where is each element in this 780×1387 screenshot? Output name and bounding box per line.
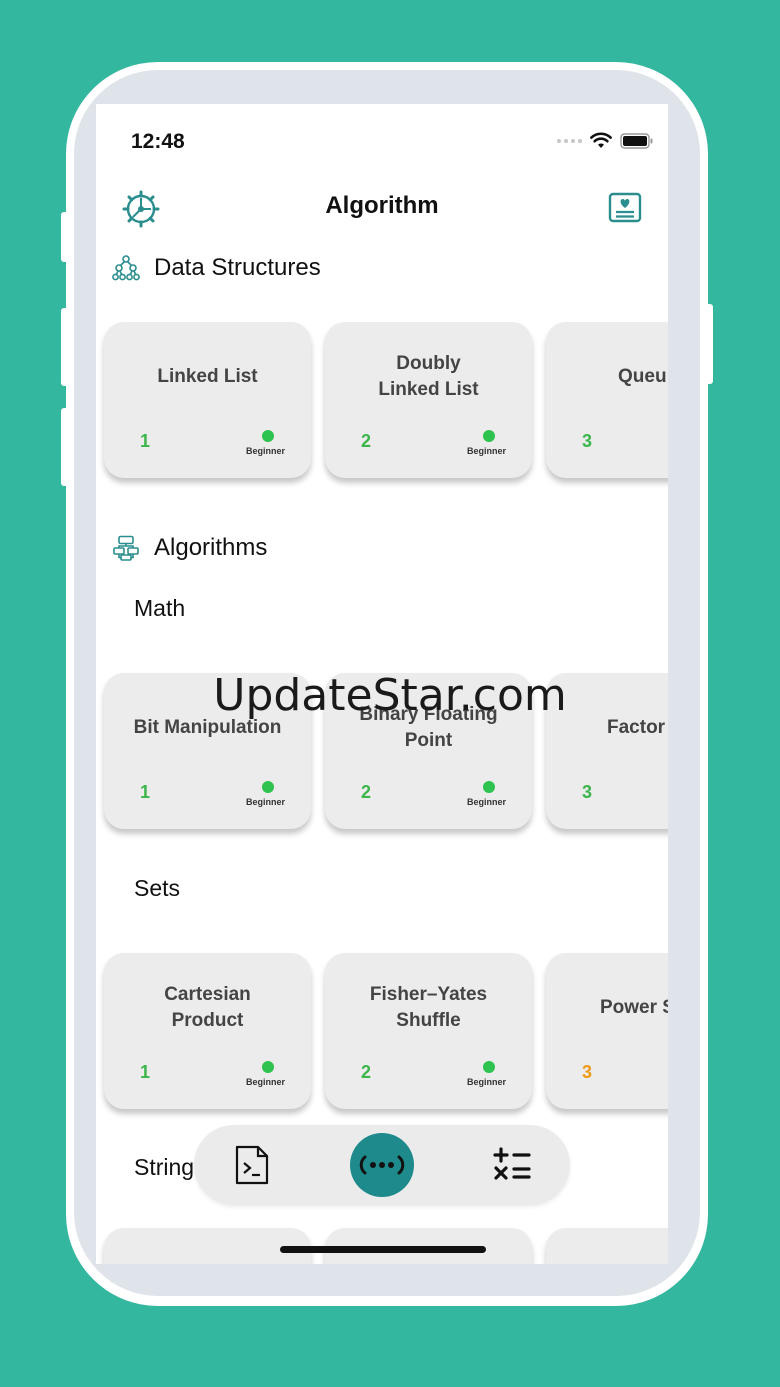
level-indicator	[483, 781, 495, 793]
status-indicators	[557, 132, 654, 149]
card-title: Fisher–Yates Shuffle	[369, 984, 488, 1031]
favorites-button[interactable]	[608, 192, 642, 229]
dots-code-icon	[359, 1155, 405, 1175]
level-label: Beginner	[467, 797, 507, 807]
level-label: Beginner	[467, 1077, 507, 1087]
group-sets-title: Sets	[134, 875, 181, 901]
terminal-file-icon	[235, 1145, 269, 1185]
wifi-icon	[590, 132, 612, 148]
section-title: Data Structures	[154, 254, 321, 281]
level-indicator	[262, 781, 274, 793]
card-number: 1	[140, 431, 151, 451]
level-indicator	[262, 430, 274, 442]
watermark-text: UpdateStar.com	[213, 670, 567, 721]
card-title: Cartesian Product	[164, 984, 251, 1031]
card-number: 1	[140, 1062, 151, 1082]
card-power-set[interactable]: Power S 3	[546, 953, 668, 1109]
card-number: 2	[361, 1062, 372, 1082]
signal-icon	[557, 138, 582, 143]
card-cartesian-product[interactable]: Cartesian Product 1 Beginner	[104, 953, 311, 1109]
level-indicator	[262, 1061, 274, 1073]
floating-tab-bar	[194, 1125, 570, 1205]
page-title: Algorithm	[325, 192, 439, 219]
level-label: Beginner	[246, 797, 286, 807]
level-label: Beginner	[246, 1077, 286, 1087]
status-time: 12:48	[131, 130, 185, 153]
group-math-title: Math	[134, 595, 186, 621]
card-number: 3	[582, 782, 593, 802]
card-string-1[interactable]	[104, 1228, 311, 1264]
card-string-3[interactable]	[546, 1228, 668, 1264]
card-number: 2	[361, 431, 372, 451]
tab-algorithms[interactable]	[350, 1133, 414, 1197]
card-queue[interactable]: Queu 3	[546, 322, 668, 478]
group-strings-title: String	[134, 1154, 195, 1180]
card-title: Power S	[600, 997, 668, 1018]
level-indicator	[483, 430, 495, 442]
tab-math[interactable]	[480, 1133, 544, 1197]
card-heart-icon	[608, 192, 642, 223]
card-fisher-yates-shuffle[interactable]: Fisher–Yates Shuffle 2 Beginner	[325, 953, 532, 1109]
card-title: Queu	[618, 366, 667, 387]
card-number: 2	[361, 782, 372, 802]
battery-icon	[620, 132, 653, 149]
section-data-structures: Data Structures	[112, 254, 321, 282]
sets-row: Cartesian Product 1 Beginner Fisher–Yate…	[104, 953, 668, 1109]
card-title: Doubly Linked List	[378, 353, 479, 400]
data-structures-row: Linked List 1 Beginner Doubly Linked Lis…	[104, 322, 668, 478]
section-title: Algorithms	[154, 534, 268, 561]
card-linked-list[interactable]: Linked List 1 Beginner	[104, 322, 311, 478]
section-algorithms: Algorithms	[112, 534, 267, 562]
card-number: 3	[582, 431, 593, 451]
card-doubly-linked-list[interactable]: Doubly Linked List 2 Beginner	[325, 322, 532, 478]
card-number: 3	[582, 1062, 593, 1082]
level-label: Beginner	[246, 446, 286, 456]
card-number: 1	[140, 782, 151, 802]
home-indicator[interactable]	[280, 1246, 486, 1253]
math-operators-icon	[493, 1147, 531, 1180]
tree-structure-icon	[112, 255, 140, 281]
tab-terminal[interactable]	[220, 1133, 284, 1197]
level-label: Beginner	[467, 446, 507, 456]
flowchart-icon	[113, 535, 139, 561]
level-indicator	[483, 1061, 495, 1073]
card-title: Linked List	[157, 366, 258, 387]
